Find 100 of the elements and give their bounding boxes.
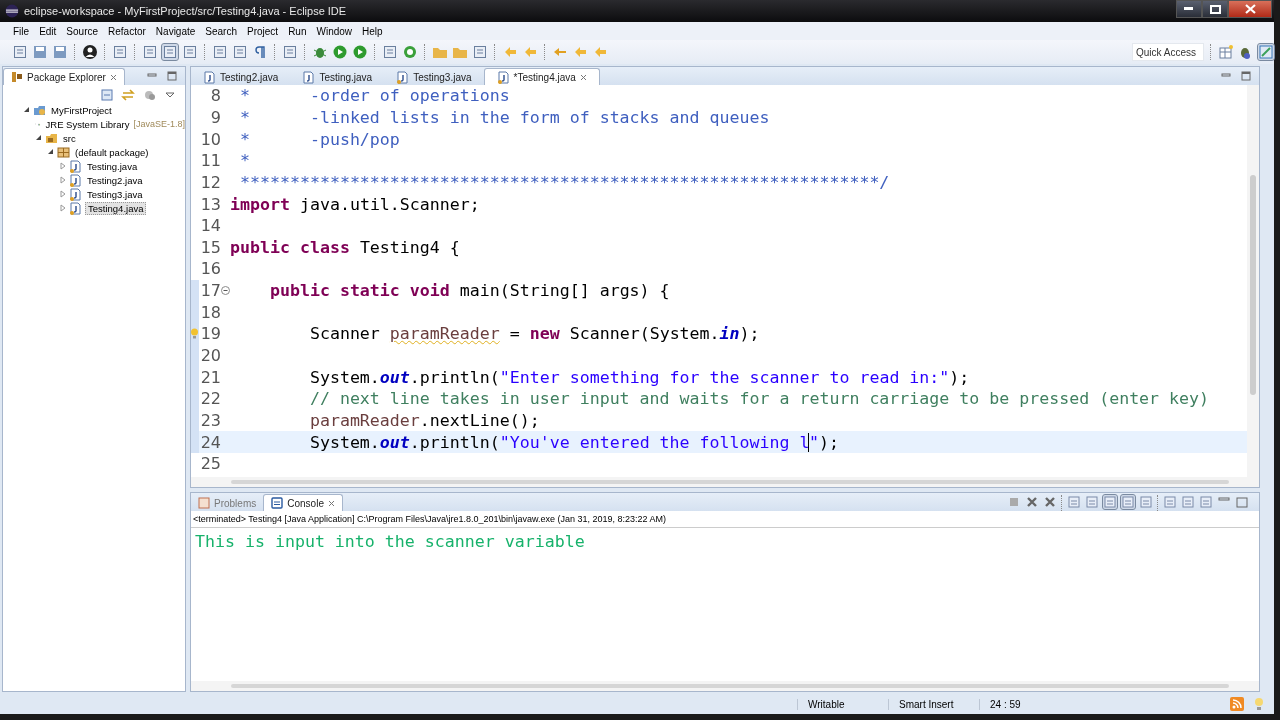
eclipse-logo-icon: [5, 4, 19, 18]
line-number: 12: [199, 172, 221, 192]
java-file-icon: [69, 201, 82, 215]
collapsed-arrow-icon[interactable]: [59, 190, 67, 198]
save-all-icon[interactable]: [52, 44, 68, 60]
menu-item[interactable]: Navigate: [150, 25, 201, 37]
line-number: 16: [199, 259, 221, 279]
tree-item[interactable]: (default package): [73, 146, 151, 158]
line-number: 10: [199, 129, 221, 149]
line-number: 13: [199, 194, 221, 214]
project-icon: [33, 103, 46, 117]
code-line: * -linked lists in the form of stacks and queues: [239, 107, 770, 127]
expanded-arrow-icon[interactable]: [47, 148, 55, 156]
horizontal-scrollbar[interactable]: [191, 477, 1259, 487]
view-tab[interactable]: Console: [263, 494, 343, 511]
new-file-icon[interactable]: [12, 44, 28, 60]
editor-tab[interactable]: Testing3.java: [384, 69, 484, 85]
menu-item[interactable]: Project: [242, 25, 284, 37]
close-all-icon[interactable]: [1043, 495, 1057, 509]
line-number: 21: [199, 367, 221, 387]
page-icon[interactable]: [232, 44, 248, 60]
menu-item[interactable]: Run: [283, 25, 312, 37]
person-icon[interactable]: [82, 44, 98, 60]
horizontal-scrollbar[interactable]: [191, 681, 1259, 691]
menu-item[interactable]: Search: [200, 25, 242, 37]
close-icon[interactable]: [109, 73, 117, 81]
tree-item[interactable]: Testing2.java: [85, 174, 145, 186]
expanded-arrow-icon[interactable]: [35, 134, 43, 142]
lightbulb-icon[interactable]: [1254, 697, 1264, 711]
line-number: 23: [199, 410, 221, 430]
view-tab[interactable]: Problems: [191, 495, 264, 511]
save-icon[interactable]: [32, 44, 48, 60]
collapsed-arrow-icon[interactable]: [59, 162, 67, 170]
tree-item[interactable]: Testing.java: [85, 160, 140, 172]
close-x-icon[interactable]: [1025, 495, 1039, 509]
collapsed-arrow-icon[interactable]: [59, 204, 67, 212]
close-icon[interactable]: [579, 73, 587, 81]
code-line: Scanner paramReader = new Scanner(System.in);: [308, 324, 760, 344]
line-number: 22: [199, 389, 221, 409]
status-field: Smart Insert: [888, 698, 979, 710]
document-icon[interactable]: [212, 44, 228, 60]
vertical-scrollbar[interactable]: [1247, 85, 1259, 477]
collapsed-arrow-icon[interactable]: [59, 176, 67, 184]
collapse-icon[interactable]: [221, 286, 230, 296]
minimize-button[interactable]: [1176, 0, 1202, 18]
menu-item[interactable]: Help: [357, 25, 388, 37]
code-line: ****************************************************************/: [239, 172, 890, 192]
code-line: System.out.println("Enter something for the scanner to read in:");: [308, 367, 970, 387]
collapse-all-icon[interactable]: [101, 89, 113, 101]
warning-icon[interactable]: [190, 328, 199, 340]
line-number: 17: [199, 281, 221, 301]
minimize-icon: [1184, 7, 1194, 11]
maximize-icon[interactable]: [1241, 71, 1251, 81]
editor-tab[interactable]: Testing.java: [290, 69, 385, 85]
link-icon[interactable]: [121, 89, 135, 101]
filter-icon[interactable]: [143, 89, 157, 101]
package-explorer-tab[interactable]: Package Explorer: [3, 68, 125, 85]
close-button[interactable]: [1228, 0, 1272, 18]
code-line: paramReader.nextLine();: [308, 410, 540, 430]
java-file-icon: [69, 159, 82, 173]
line-number: 11: [199, 151, 221, 171]
tree-item[interactable]: src: [61, 132, 78, 144]
tree-item[interactable]: MyFirstProject: [49, 104, 114, 116]
beans-icon[interactable]: [182, 44, 198, 60]
code-line: *: [239, 151, 250, 171]
status-field: 24 : 59: [979, 698, 1070, 710]
line-number: 19: [199, 324, 221, 344]
problems-icon: [198, 497, 210, 509]
tree-item[interactable]: JRE System Library: [43, 118, 132, 130]
expanded-arrow-icon[interactable]: [23, 106, 31, 114]
java-perspective-icon[interactable]: [1258, 44, 1274, 60]
maximize-button[interactable]: [1202, 0, 1228, 18]
menu-item[interactable]: Window: [311, 25, 358, 37]
menu-item[interactable]: File: [8, 25, 35, 37]
tree-item[interactable]: Testing4.java: [85, 201, 147, 215]
tree-item[interactable]: Testing3.java: [85, 188, 145, 200]
code-line: // next line takes in user input and waits for a return carriage to be pressed (enter key): [308, 389, 1210, 409]
java-file-icon: [69, 187, 82, 201]
editor-tab[interactable]: *Testing4.java: [483, 68, 600, 85]
line-number: 24: [199, 432, 221, 452]
line-number: 8: [209, 86, 221, 106]
run-icon[interactable]: [332, 44, 348, 60]
close-icon[interactable]: [327, 499, 335, 507]
menu-item[interactable]: Edit: [34, 25, 62, 37]
rss-icon[interactable]: [1230, 697, 1244, 711]
line-number: 20: [199, 346, 221, 365]
pilcrow-icon[interactable]: [252, 44, 268, 60]
quick-access-field[interactable]: Quick Access: [1132, 43, 1204, 61]
editor-tab[interactable]: Testing2.java: [191, 69, 291, 85]
maximize-icon[interactable]: [167, 71, 177, 81]
run-config-icon[interactable]: [352, 44, 368, 60]
menu-item[interactable]: Source: [61, 25, 104, 37]
code-line: public static void main(String[] args) {: [268, 281, 670, 301]
close-icon: [1244, 4, 1256, 14]
maximize-icon[interactable]: [1235, 495, 1249, 509]
console-icon: [271, 497, 284, 509]
open-perspective-icon[interactable]: [1218, 44, 1234, 60]
menu-item[interactable]: Refactor: [103, 25, 151, 37]
refresh-icon[interactable]: [402, 44, 418, 60]
package-icon: [11, 71, 23, 83]
